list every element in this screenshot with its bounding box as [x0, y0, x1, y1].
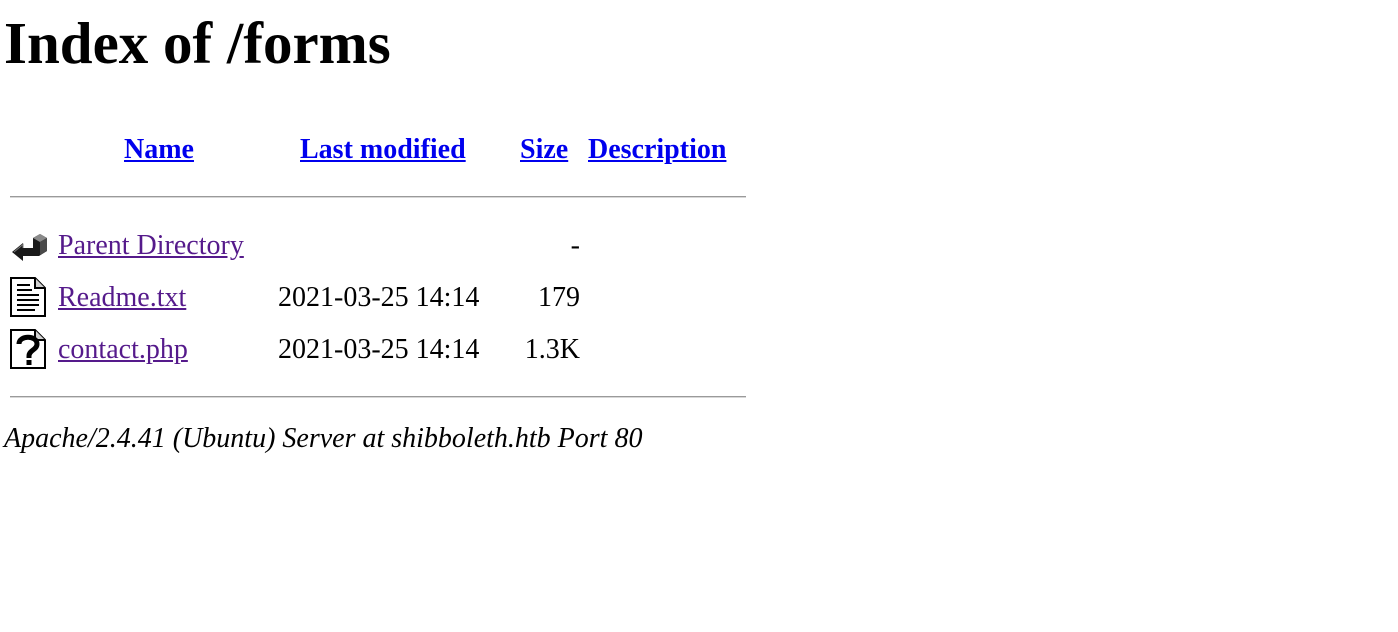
text-file-icon: [10, 277, 46, 317]
unknown-file-icon: [10, 329, 46, 369]
column-header-last-modified-container: Last modified: [300, 133, 466, 167]
column-header-description-container: Description: [588, 133, 726, 167]
server-signature: Apache/2.4.41 (Ubuntu) Server at shibbol…: [4, 423, 643, 454]
file-name-cell: Readme.txt: [58, 281, 186, 315]
sort-by-description-link[interactable]: Description: [588, 134, 726, 165]
parent-directory-link[interactable]: Parent Directory: [58, 230, 244, 261]
back-arrow-icon: [12, 234, 47, 261]
size-cell: -: [570, 230, 580, 261]
last-modified-cell: 2021-03-25 14:14: [278, 334, 480, 365]
column-header-size-container: Size: [520, 133, 568, 167]
sort-by-name-link[interactable]: Name: [124, 134, 194, 165]
footer-divider: [10, 396, 746, 398]
size-cell: 1.3K: [524, 334, 580, 365]
size-cell: 179: [538, 282, 580, 313]
last-modified-cell: 2021-03-25 14:14: [278, 282, 480, 313]
readme-file-link[interactable]: Readme.txt: [58, 282, 186, 313]
file-name-cell: contact.php: [58, 333, 188, 367]
header-divider: [10, 196, 746, 198]
column-header-name-container: Name: [124, 133, 194, 167]
sort-by-size-link[interactable]: Size: [520, 134, 568, 165]
file-name-cell: Parent Directory: [58, 229, 244, 263]
page-title: Index of /forms: [4, 10, 391, 76]
contact-file-link[interactable]: contact.php: [58, 334, 188, 365]
sort-by-last-modified-link[interactable]: Last modified: [300, 134, 466, 165]
